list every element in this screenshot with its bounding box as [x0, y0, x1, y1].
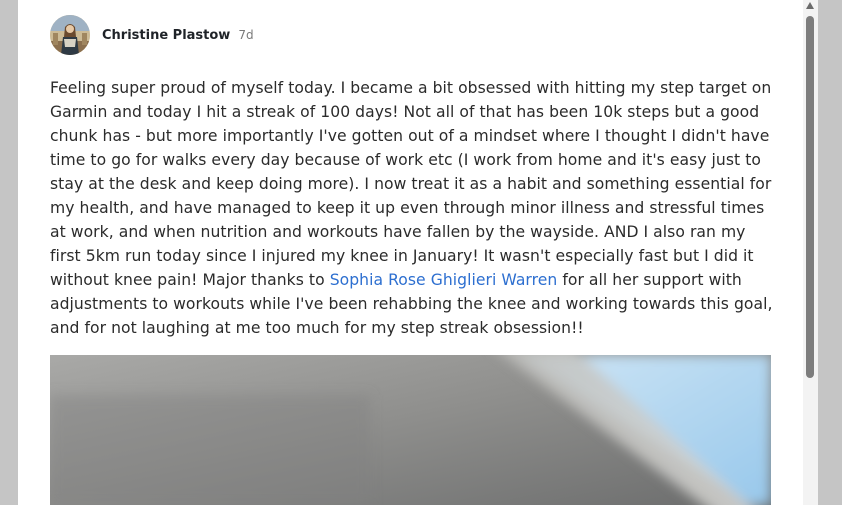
- post-timestamp[interactable]: 7d: [238, 28, 253, 42]
- author-name[interactable]: Christine Plastow: [102, 28, 230, 43]
- scrollbar-thumb[interactable]: [806, 16, 814, 378]
- post-card: Christine Plastow 7d Feeling super proud…: [18, 0, 818, 505]
- scroll-up-icon[interactable]: [806, 2, 814, 9]
- avatar-photo: [50, 15, 90, 55]
- post-header: Christine Plastow 7d: [50, 15, 254, 55]
- author-avatar[interactable]: [50, 15, 90, 55]
- mention-link[interactable]: Sophia Rose Ghiglieri Warren: [330, 271, 558, 289]
- post-text-part-1: Feeling super proud of myself today. I b…: [50, 79, 772, 289]
- post-image-content: [50, 355, 771, 505]
- post-image[interactable]: [50, 355, 771, 505]
- post-body: Feeling super proud of myself today. I b…: [50, 76, 778, 340]
